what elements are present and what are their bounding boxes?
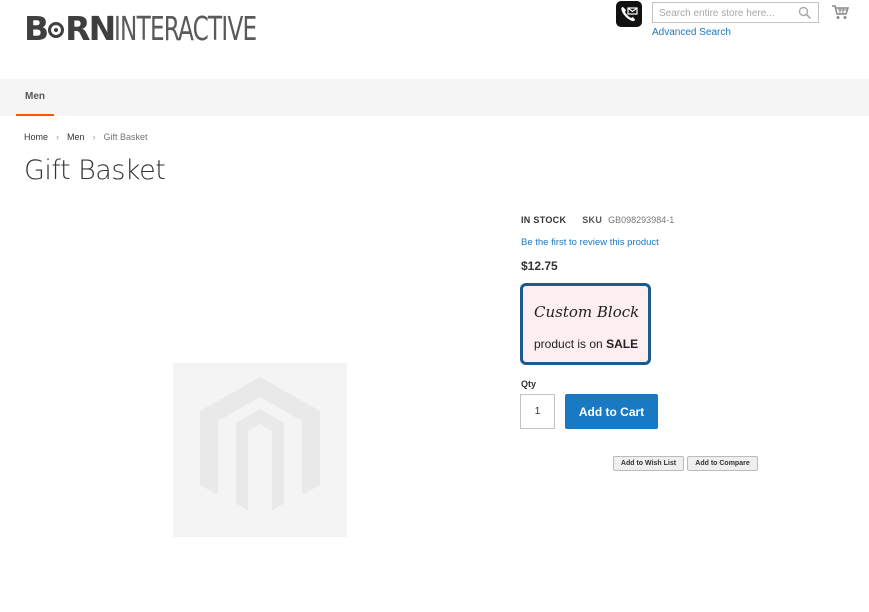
qty-label: Qty (521, 379, 537, 389)
stock-status: IN STOCK (521, 215, 567, 225)
site-logo[interactable]: B RNINTERACTIVE (24, 12, 297, 46)
review-link[interactable]: Be the first to review this product (521, 237, 659, 248)
custom-block-title: Custom Block (534, 303, 640, 321)
custom-block-sale: SALE (606, 337, 639, 351)
search-input[interactable] (653, 4, 793, 23)
stock-row: IN STOCK SKU GB098293984-1 (521, 215, 674, 225)
breadcrumb-separator-icon: › (56, 132, 60, 142)
breadcrumb: Home › Men › Gift Basket (24, 132, 148, 142)
qty-input[interactable] (520, 394, 555, 429)
breadcrumb-men[interactable]: Men (67, 132, 85, 142)
advanced-search-link[interactable]: Advanced Search (652, 27, 731, 38)
breadcrumb-separator-icon: › (92, 132, 96, 142)
logo-o-mark (48, 14, 65, 38)
product-price: $12.75 (521, 259, 558, 273)
custom-block-text: product is on SALE (534, 337, 638, 351)
search-box (652, 2, 819, 23)
logo-part-b: B (24, 9, 49, 48)
page-title: Gift Basket (24, 155, 166, 186)
breadcrumb-current: Gift Basket (103, 132, 148, 142)
sku-label: SKU (582, 215, 603, 225)
logo-part-interactive: INTERACTIVE (114, 9, 257, 48)
main-nav: Men (0, 79, 869, 116)
add-to-cart-button[interactable]: Add to Cart (565, 394, 658, 429)
phone-envelope-icon[interactable] (616, 1, 642, 27)
cart-icon[interactable] (831, 4, 850, 20)
breadcrumb-home[interactable]: Home (24, 132, 48, 142)
sku-value: GB098293984-1 (608, 215, 675, 225)
product-image[interactable] (173, 363, 347, 537)
nav-item-men[interactable]: Men (16, 79, 54, 116)
custom-block: Custom Block product is on SALE (520, 283, 651, 365)
add-to-compare-button[interactable]: Add to Compare (687, 456, 758, 471)
logo-part-rn: RN (65, 9, 116, 48)
search-icon[interactable] (798, 6, 812, 20)
add-to-wishlist-button[interactable]: Add to Wish List (613, 456, 684, 471)
custom-block-text-prefix: product is on (534, 337, 603, 351)
magento-logo-icon (198, 375, 322, 526)
